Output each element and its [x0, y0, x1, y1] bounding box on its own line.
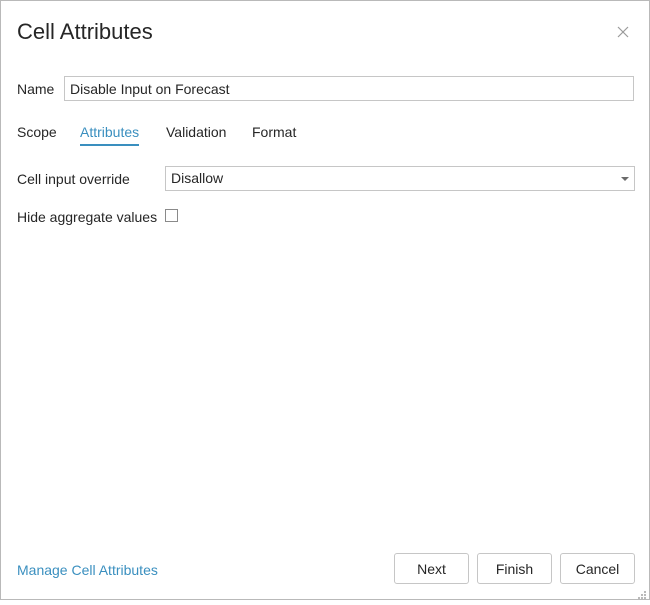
cell-input-override-select[interactable]: Disallow	[165, 166, 635, 191]
dialog-title: Cell Attributes	[17, 19, 153, 44]
tab-scope[interactable]: Scope	[17, 124, 57, 144]
tab-attributes[interactable]: Attributes	[80, 124, 140, 146]
cancel-button[interactable]: Cancel	[560, 553, 635, 584]
tab-validation[interactable]: Validation	[166, 124, 226, 144]
close-button[interactable]	[613, 22, 633, 42]
tab-format[interactable]: Format	[252, 124, 296, 144]
cell-input-override-value: Disallow	[171, 170, 224, 186]
name-input[interactable]	[64, 76, 634, 101]
finish-button[interactable]: Finish	[477, 553, 552, 584]
chevron-down-icon	[621, 177, 629, 181]
cell-attributes-dialog: Cell Attributes Name Scope Attributes Va…	[0, 0, 650, 600]
name-label: Name	[17, 81, 55, 97]
close-icon	[617, 26, 629, 38]
manage-cell-attributes-link[interactable]: Manage Cell Attributes	[17, 562, 158, 579]
hide-aggregate-label: Hide aggregate values	[17, 209, 158, 225]
cell-input-override-label: Cell input override	[17, 171, 130, 187]
resize-grip-icon[interactable]	[637, 587, 647, 599]
hide-aggregate-checkbox[interactable]	[165, 209, 178, 222]
next-button[interactable]: Next	[394, 553, 469, 584]
